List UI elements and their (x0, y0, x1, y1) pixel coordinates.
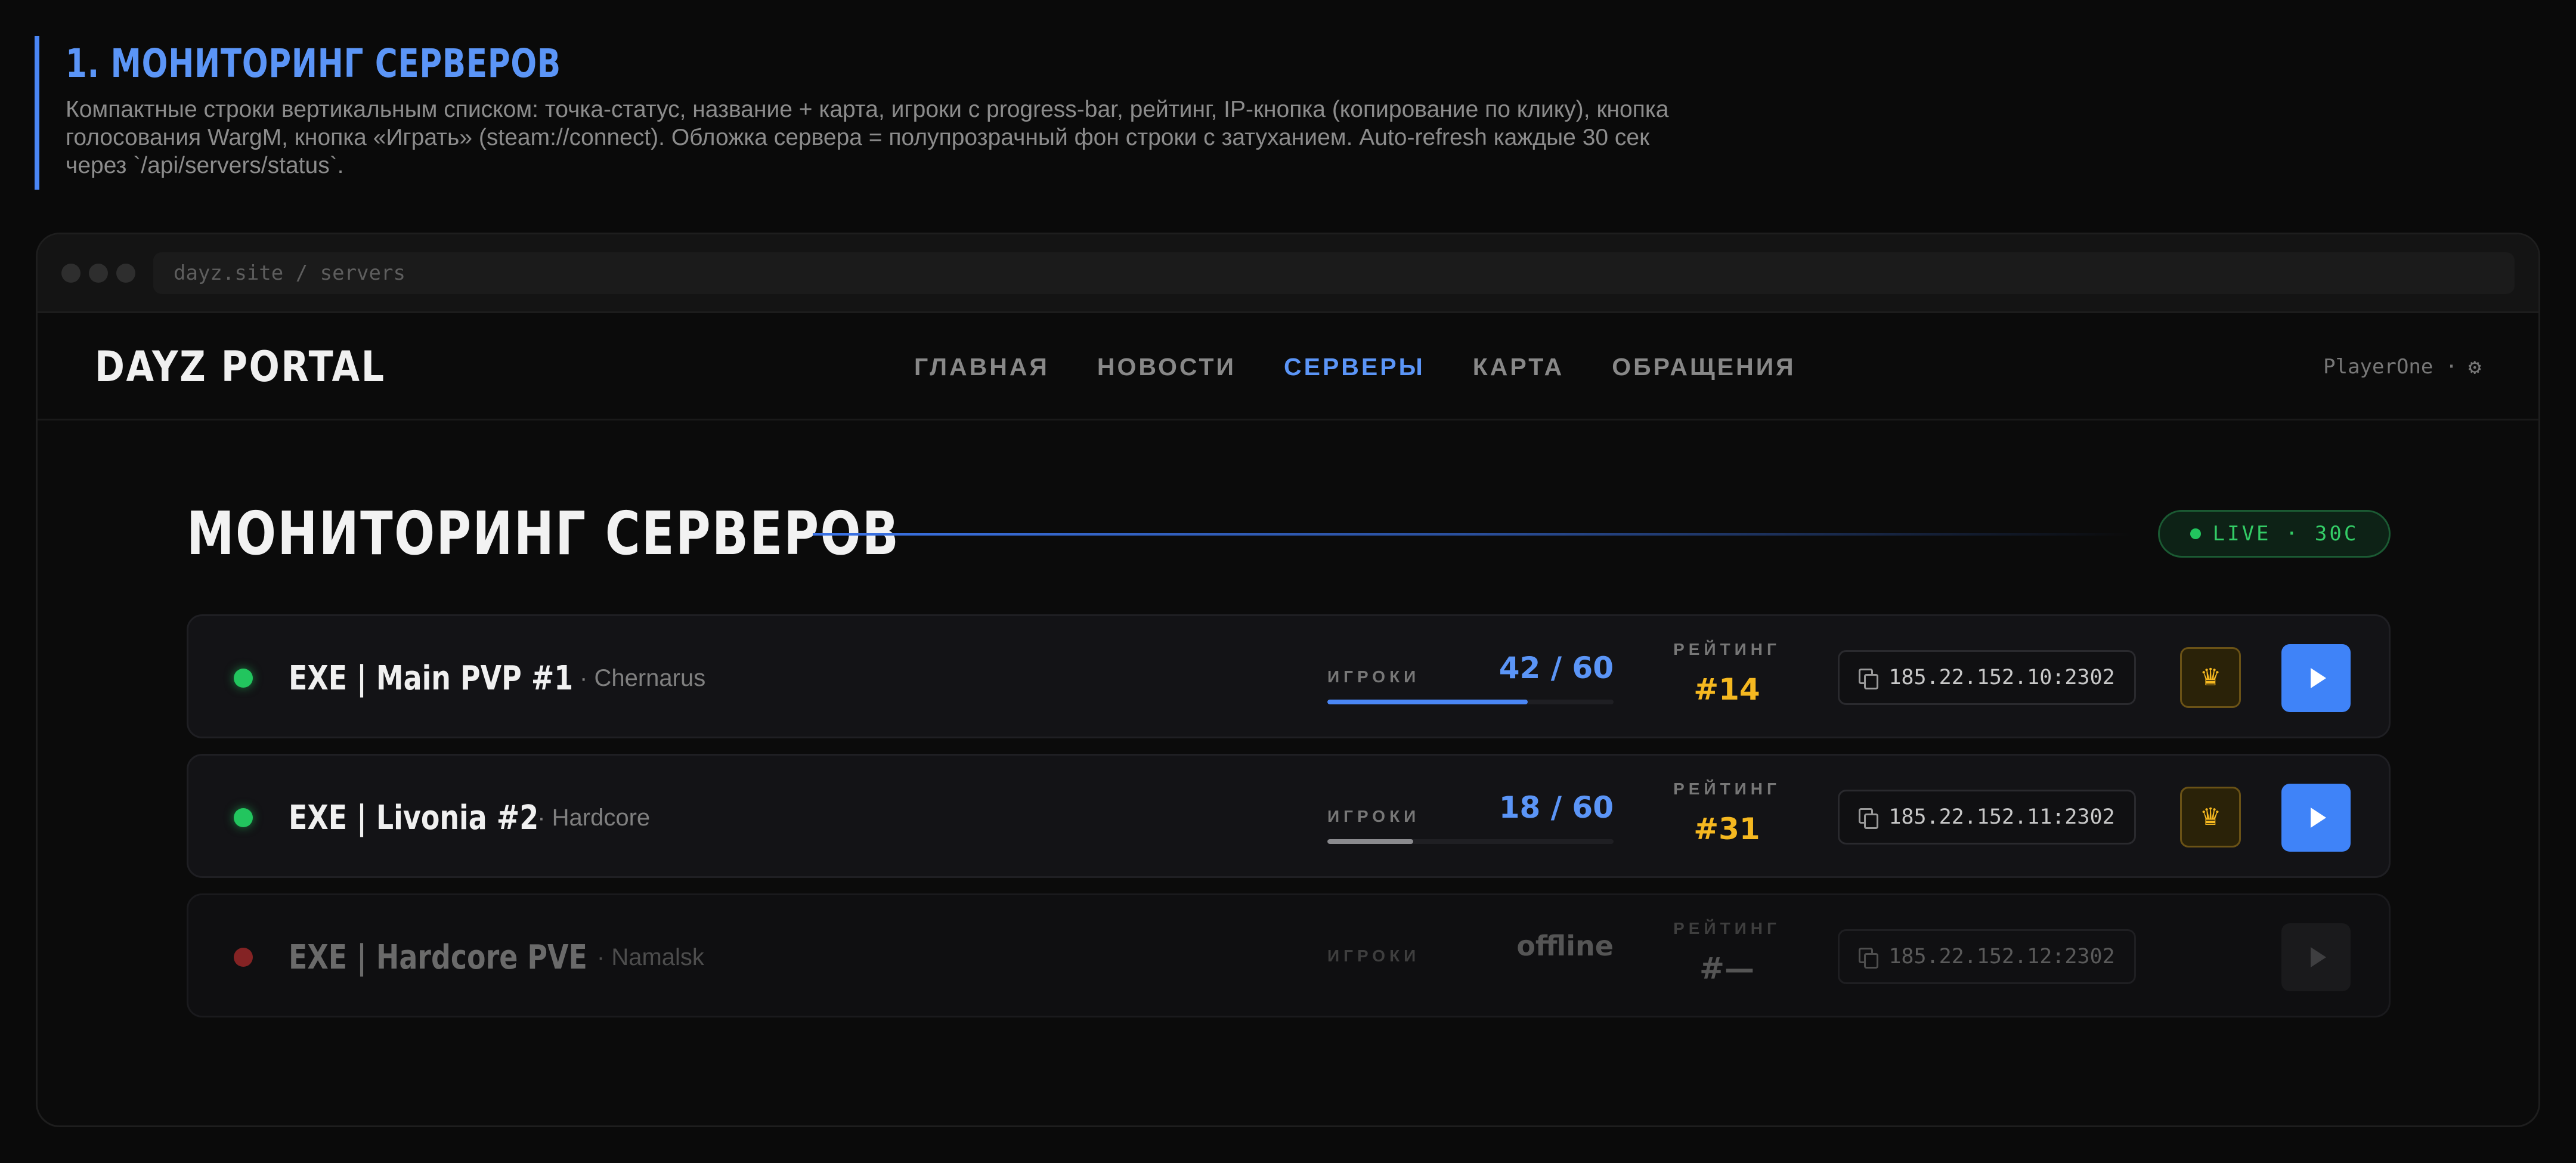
copy-ip-button[interactable]: 185.22.152.12:2302 (1838, 929, 2136, 984)
play-button[interactable] (2281, 784, 2351, 852)
site-nav: DAYZ PORTAL ГЛАВНАЯ НОВОСТИ СЕРВЕРЫ КАРТ… (38, 313, 2538, 420)
server-name: EXE | Hardcore PVE (289, 938, 587, 977)
main-content: МОНИТОРИНГ СЕРВЕРОВ LIVE · 30С EXE | Mai… (38, 420, 2538, 1124)
copy-icon (1859, 808, 1879, 829)
server-row: EXE | Main PVP #1 · Chernarus ИГРОКИ 42 … (187, 614, 2391, 738)
maximize-window-dot[interactable] (116, 263, 135, 283)
vote-button[interactable]: ♛ (2180, 647, 2241, 708)
nav-item-tickets[interactable]: ОБРАЩЕНИЯ (1612, 353, 1795, 381)
play-button[interactable] (2281, 644, 2351, 712)
copy-icon (1859, 948, 1879, 969)
rating-label: РЕЙТИНГ (1673, 780, 1781, 798)
play-icon (2311, 668, 2326, 688)
crown-icon: ♛ (2200, 664, 2221, 691)
live-badge-label: LIVE · 30С (2212, 522, 2359, 546)
nav-item-home[interactable]: ГЛАВНАЯ (914, 353, 1049, 381)
players-progress-bar (1327, 839, 1614, 844)
rating-block: РЕЙТИНГ #14 (1661, 640, 1792, 707)
minimize-window-dot[interactable] (89, 263, 108, 283)
rating-value: #— (1699, 951, 1754, 986)
play-button (2281, 923, 2351, 991)
server-name: EXE | Main PVP #1 (289, 658, 574, 698)
players-label: ИГРОКИ (1327, 807, 1420, 825)
main-menu: ГЛАВНАЯ НОВОСТИ СЕРВЕРЫ КАРТА ОБРАЩЕНИЯ (914, 313, 1796, 420)
title-divider (813, 533, 2131, 536)
window-controls (61, 263, 135, 283)
ip-address: 185.22.152.12:2302 (1888, 945, 2115, 969)
copy-icon (1859, 669, 1879, 689)
play-icon (2311, 947, 2326, 967)
live-badge: LIVE · 30С (2158, 510, 2391, 558)
server-map: · Chernarus (580, 664, 706, 691)
server-name: EXE | Livonia #2 (289, 798, 539, 837)
rating-block: РЕЙТИНГ #31 (1661, 780, 1792, 846)
rating-value: #31 (1693, 812, 1760, 846)
close-window-dot[interactable] (61, 263, 80, 283)
rating-block: РЕЙТИНГ #— (1661, 919, 1792, 986)
players-count: 42 / 60 (1498, 651, 1614, 685)
vote-button[interactable]: ♛ (2180, 787, 2241, 847)
browser-window: dayz.site / servers DAYZ PORTAL ГЛАВНАЯ … (36, 233, 2540, 1127)
server-row: EXE | Hardcore PVE · Namalsk ИГРОКИ offl… (187, 893, 2391, 1017)
ip-address: 185.22.152.11:2302 (1888, 805, 2115, 829)
status-dot-online (234, 808, 253, 827)
players-count: offline (1516, 930, 1614, 962)
server-map: · Hardcore (537, 804, 651, 831)
server-row: EXE | Livonia #2 · Hardcore ИГРОКИ 18 / … (187, 754, 2391, 878)
players-count: 18 / 60 (1498, 790, 1614, 825)
server-map: · Namalsk (596, 944, 704, 970)
rating-label: РЕЙТИНГ (1673, 640, 1781, 658)
players-progress-bar (1327, 700, 1614, 704)
browser-chrome: dayz.site / servers (38, 234, 2538, 313)
players-progress-fill (1327, 700, 1528, 704)
live-dot-icon (2190, 528, 2201, 539)
nav-item-news[interactable]: НОВОСТИ (1097, 353, 1236, 381)
user-menu[interactable]: PlayerOne · ⚙ (2323, 313, 2481, 420)
players-label: ИГРОКИ (1327, 667, 1420, 686)
page-title: МОНИТОРИНГ СЕРВЕРОВ (187, 499, 900, 568)
nav-item-servers[interactable]: СЕРВЕРЫ (1284, 353, 1425, 381)
annotation-description: Компактные строки вертикальным списком: … (66, 97, 1669, 178)
gear-icon[interactable]: ⚙ (2468, 355, 2481, 379)
annotation-title: 1. МОНИТОРИНГ СЕРВЕРОВ (66, 41, 561, 86)
players-progress-fill (1327, 839, 1413, 844)
server-list: EXE | Main PVP #1 · Chernarus ИГРОКИ 42 … (187, 614, 2391, 1033)
rating-label: РЕЙТИНГ (1673, 919, 1781, 938)
status-dot-offline (234, 948, 253, 967)
status-dot-online (234, 669, 253, 688)
ip-address: 185.22.152.10:2302 (1888, 666, 2115, 689)
url-bar[interactable]: dayz.site / servers (153, 252, 2515, 294)
nav-item-map[interactable]: КАРТА (1473, 353, 1565, 381)
crown-icon: ♛ (2200, 803, 2221, 831)
site-logo[interactable]: DAYZ PORTAL (95, 313, 386, 420)
copy-ip-button[interactable]: 185.22.152.11:2302 (1838, 790, 2136, 845)
annotation-block: 1. МОНИТОРИНГ СЕРВЕРОВ Компактные строки… (35, 36, 1704, 190)
play-icon (2311, 808, 2326, 828)
copy-ip-button[interactable]: 185.22.152.10:2302 (1838, 650, 2136, 705)
players-label: ИГРОКИ (1327, 947, 1420, 965)
rating-value: #14 (1693, 672, 1760, 707)
username: PlayerOne · (2323, 355, 2458, 379)
